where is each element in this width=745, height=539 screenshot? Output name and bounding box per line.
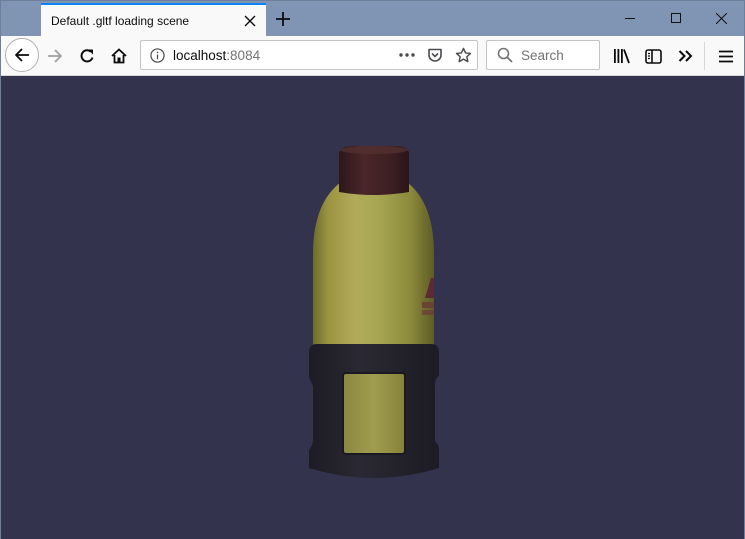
close-icon: [715, 12, 727, 24]
chevron-double-right-icon: [678, 50, 692, 62]
maximize-button[interactable]: [653, 1, 699, 35]
url-bar[interactable]: localhost:8084: [140, 40, 478, 70]
site-info-button[interactable]: [143, 41, 171, 69]
tab-strip: Default .gltf loading scene: [1, 1, 744, 36]
maximize-icon: [671, 13, 681, 23]
page-actions-button[interactable]: [393, 41, 421, 69]
close-icon: [244, 15, 256, 26]
home-icon: [111, 48, 127, 64]
arrow-left-icon: [15, 48, 29, 62]
minimize-icon: [625, 18, 635, 19]
reload-icon: [80, 49, 94, 63]
new-tab-button[interactable]: [269, 5, 297, 33]
more-horizontal-icon: [399, 53, 415, 57]
url-text[interactable]: localhost:8084: [171, 48, 393, 63]
sidebar-icon: [644, 48, 662, 64]
reload-button[interactable]: [71, 40, 103, 72]
forward-button[interactable]: [39, 40, 71, 72]
star-icon: [455, 47, 471, 62]
pocket-button[interactable]: [421, 41, 449, 69]
minimize-button[interactable]: [607, 1, 653, 35]
app-menu-button[interactable]: [710, 40, 742, 72]
hamburger-menu-icon: [719, 50, 733, 62]
search-bar[interactable]: [486, 40, 600, 70]
browser-window: Default .gltf loading scene localhost:80…: [0, 0, 745, 539]
library-icon: [613, 49, 630, 64]
home-button[interactable]: [103, 40, 135, 72]
info-icon: [149, 47, 165, 63]
bookmark-star-button[interactable]: [449, 41, 477, 69]
webgl-canvas[interactable]: [1, 76, 744, 539]
sidebar-button[interactable]: [637, 40, 669, 72]
bottle-cap-rim: [340, 146, 408, 154]
back-button[interactable]: [5, 38, 39, 72]
url-port: :8084: [226, 47, 261, 63]
arrow-right-icon: [48, 49, 62, 63]
overflow-menu-button[interactable]: [669, 40, 701, 72]
tab-close-button[interactable]: [238, 9, 262, 33]
logo-text: [422, 302, 434, 308]
plus-icon: [276, 12, 290, 26]
tab-title: Default .gltf loading scene: [51, 13, 190, 28]
page-content: [1, 76, 744, 539]
pocket-icon: [428, 48, 442, 62]
search-input[interactable]: [519, 47, 595, 63]
search-icon: [491, 41, 519, 69]
navigation-toolbar: localhost:8084: [1, 36, 744, 76]
window-close-button[interactable]: [698, 1, 744, 35]
logo-text: [422, 310, 434, 315]
tab-active[interactable]: Default .gltf loading scene: [41, 3, 266, 36]
library-button[interactable]: [605, 40, 637, 72]
url-host: localhost: [173, 47, 227, 63]
toolbar-divider: [704, 42, 705, 70]
bottle-body: [313, 178, 434, 358]
sleeve-window: [342, 372, 406, 455]
